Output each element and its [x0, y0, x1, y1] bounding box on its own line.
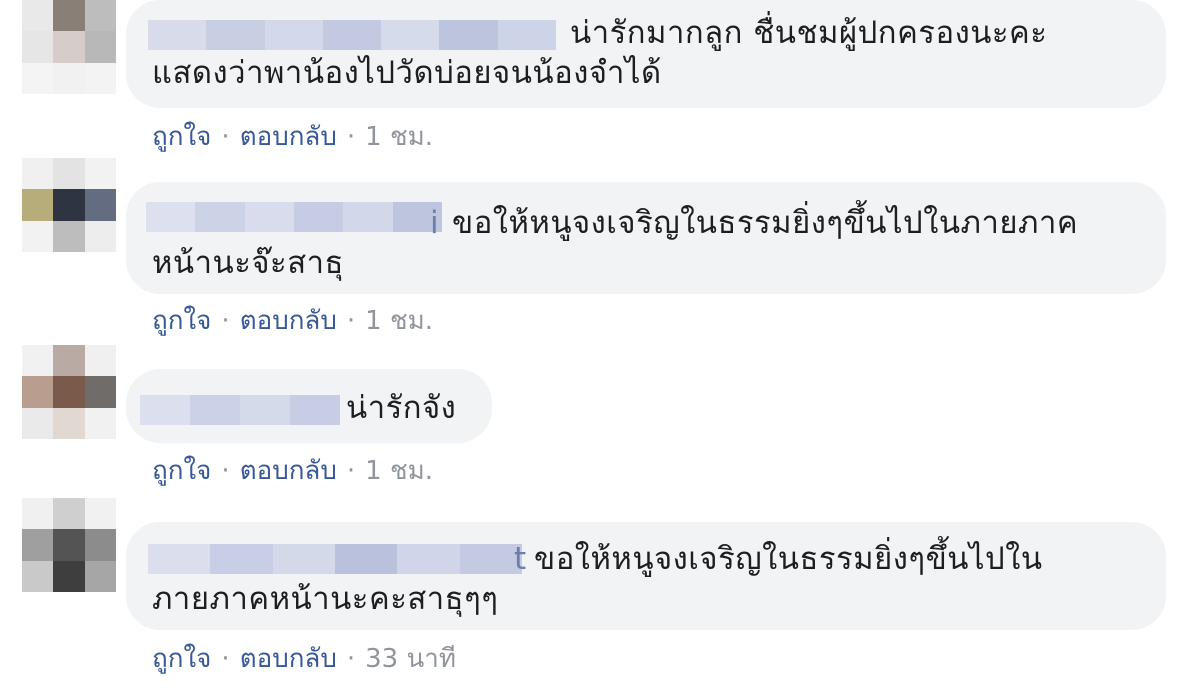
- comment-text-line1: น่ารักจัง: [346, 390, 457, 426]
- comment-bubble: น่ารักจัง: [126, 369, 492, 443]
- comment-text-line2: แสดงว่าพาน้องไปวัดบ่อยจนน้องจำได้: [152, 55, 662, 91]
- like-link[interactable]: ถูกใจ: [152, 456, 211, 486]
- comment-actions: ถูกใจ · ตอบกลับ · 1 ชม.: [152, 450, 433, 491]
- comment-text-line2: ภายภาคหน้านะคะสาธุๆๆ: [152, 581, 499, 617]
- separator-dot: ·: [221, 456, 230, 486]
- comment-actions: ถูกใจ · ตอบกลับ · 1 ชม.: [152, 116, 433, 157]
- reply-link[interactable]: ตอบกลับ: [240, 306, 337, 336]
- separator-dot: ·: [221, 644, 230, 674]
- like-link[interactable]: ถูกใจ: [152, 306, 211, 336]
- comment-actions: ถูกใจ · ตอบกลับ · 1 ชม.: [152, 300, 433, 341]
- commenter-name-tail[interactable]: i: [430, 202, 439, 244]
- like-link[interactable]: ถูกใจ: [152, 644, 211, 674]
- separator-dot: ·: [346, 456, 356, 486]
- reply-link[interactable]: ตอบกลับ: [240, 644, 337, 674]
- timestamp[interactable]: 33 นาที: [365, 644, 456, 674]
- avatar[interactable]: [22, 158, 116, 252]
- commenter-name-blurred[interactable]: [148, 20, 556, 50]
- avatar[interactable]: [22, 345, 116, 439]
- timestamp[interactable]: 1 ชม.: [365, 456, 433, 486]
- comment-bubble: t ขอให้หนูจงเจริญในธรรมยิ่งๆขึ้นไปใน ภาย…: [126, 522, 1166, 630]
- avatar[interactable]: [22, 0, 116, 94]
- separator-dot: ·: [221, 306, 230, 336]
- commenter-name-blurred[interactable]: [148, 544, 522, 574]
- timestamp[interactable]: 1 ชม.: [365, 306, 433, 336]
- comment-bubble: i ขอให้หนูจงเจริญในธรรมยิ่งๆขึ้นไปในภายภ…: [126, 182, 1166, 294]
- comment-actions: ถูกใจ · ตอบกลับ · 33 นาที: [152, 638, 456, 679]
- commenter-name-blurred[interactable]: [146, 202, 442, 232]
- reply-link[interactable]: ตอบกลับ: [240, 122, 337, 152]
- comment-text-line2: หน้านะจ๊ะสาธุ: [152, 245, 344, 281]
- avatar[interactable]: [22, 498, 116, 592]
- comment-text-line1: ขอให้หนูจงเจริญในธรรมยิ่งๆขึ้นไปใน: [534, 541, 1043, 577]
- separator-dot: ·: [221, 122, 230, 152]
- timestamp[interactable]: 1 ชม.: [365, 122, 433, 152]
- separator-dot: ·: [346, 122, 356, 152]
- commenter-name-tail[interactable]: t: [514, 538, 527, 580]
- commenter-name-blurred[interactable]: [140, 395, 340, 425]
- comment-bubble: น่ารักมากลูก ชื่นชมผู้ปกครองนะคะ แสดงว่า…: [126, 0, 1166, 108]
- separator-dot: ·: [346, 306, 356, 336]
- separator-dot: ·: [346, 644, 356, 674]
- comment-text-line1: ขอให้หนูจงเจริญในธรรมยิ่งๆขึ้นไปในภายภาค: [452, 205, 1079, 241]
- like-link[interactable]: ถูกใจ: [152, 122, 211, 152]
- comment-text-line1: น่ารักมากลูก ชื่นชมผู้ปกครองนะคะ: [570, 15, 1048, 51]
- reply-link[interactable]: ตอบกลับ: [240, 456, 337, 486]
